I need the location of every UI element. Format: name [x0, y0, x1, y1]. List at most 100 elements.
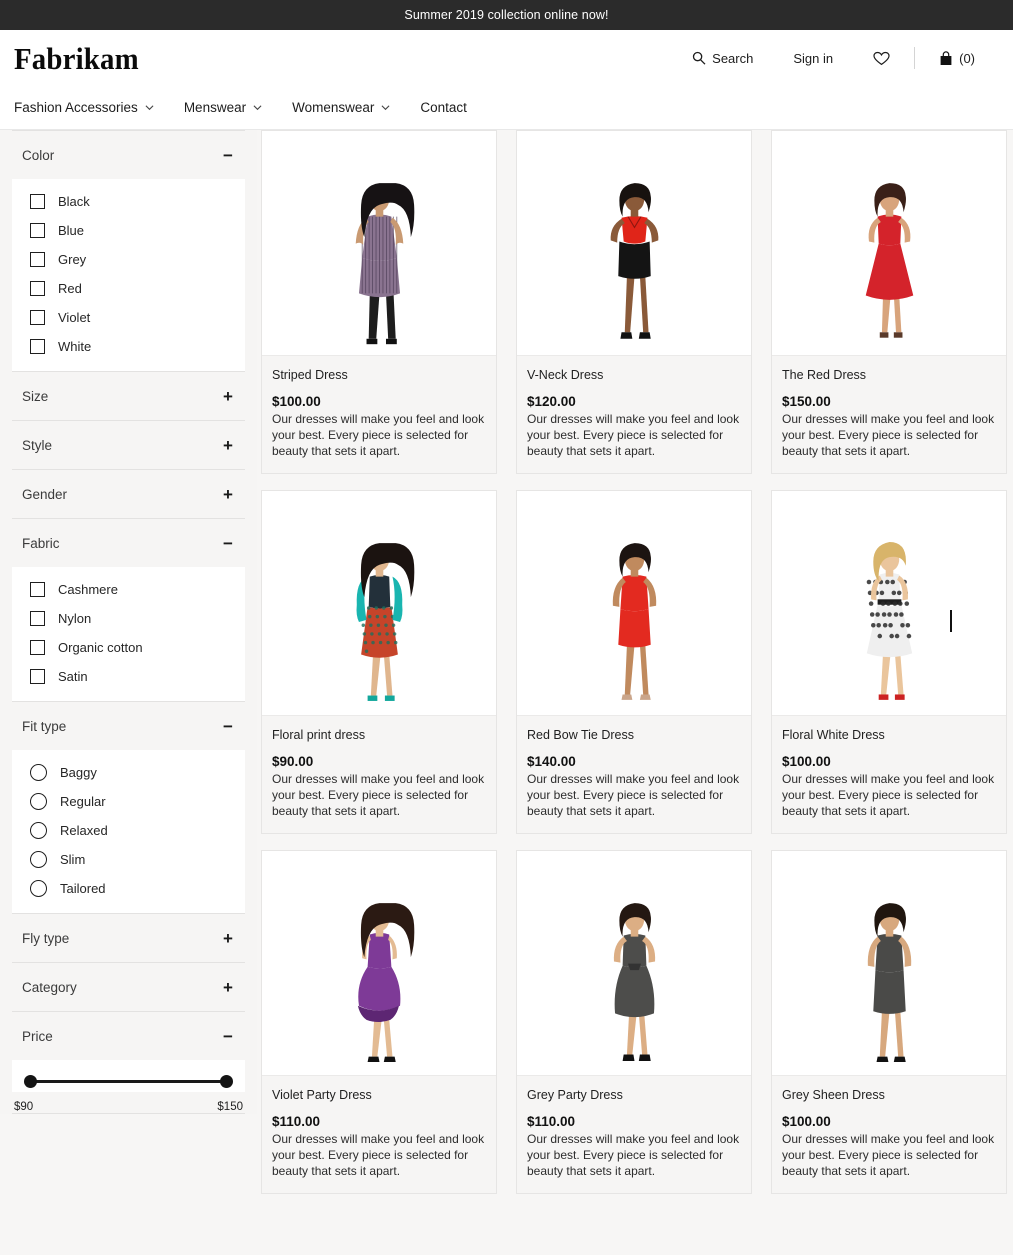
price-range-slider[interactable] [22, 1074, 235, 1090]
checkbox[interactable] [30, 339, 45, 354]
product-price: $100.00 [782, 1114, 996, 1129]
product-info: Grey Sheen Dress$100.00Our dresses will … [772, 1075, 1006, 1193]
filter-toggle-style[interactable]: Style+ [12, 421, 245, 469]
product-price: $150.00 [782, 394, 996, 409]
filter-group-color: Color− BlackBlueGreyRed Violet White [12, 130, 245, 372]
filter-toggle-size[interactable]: Size+ [12, 372, 245, 420]
filter-option-relaxed[interactable]: Relaxed [12, 816, 245, 845]
sign-in-button[interactable]: Sign in [773, 51, 853, 66]
filter-option-cashmere[interactable]: Cashmere [12, 575, 245, 604]
filter-toggle-color[interactable]: Color− [12, 131, 245, 179]
filter-toggle-fly-type[interactable]: Fly type+ [12, 914, 245, 962]
product-image[interactable] [517, 131, 751, 355]
product-info: Grey Party Dress$110.00Our dresses will … [517, 1075, 751, 1193]
radio-button[interactable] [30, 880, 47, 897]
product-image[interactable] [262, 491, 496, 715]
filter-option-red[interactable]: Red [12, 274, 245, 303]
filter-option-label: Violet [58, 310, 90, 325]
filter-option-tailored[interactable]: Tailored [12, 874, 245, 903]
product-card[interactable]: Striped Dress$100.00Our dresses will mak… [261, 130, 497, 474]
radio-button[interactable] [30, 822, 47, 839]
brand-logo[interactable]: Fabrikam [14, 43, 139, 74]
filter-option-slim[interactable]: Slim [12, 845, 245, 874]
checkbox[interactable] [30, 281, 45, 296]
search-button[interactable]: Search [672, 51, 773, 66]
filter-toggle-fit-type[interactable]: Fit type− [12, 702, 245, 750]
filter-option-label: Tailored [60, 881, 106, 896]
product-price: $140.00 [527, 754, 741, 769]
checkbox[interactable] [30, 310, 45, 325]
checkbox[interactable] [30, 223, 45, 238]
radio-button[interactable] [30, 793, 47, 810]
filter-option-label: White [58, 339, 91, 354]
product-image[interactable] [772, 131, 1006, 355]
product-card[interactable]: Violet Party Dress$110.00Our dresses wil… [261, 850, 497, 1194]
checkbox[interactable] [30, 252, 45, 267]
product-card[interactable]: Floral print dress$90.00Our dresses will… [261, 490, 497, 834]
filter-toggle-gender[interactable]: Gender + [12, 470, 245, 518]
filter-options: CashmereNylon Organic cotton Satin [12, 567, 245, 701]
product-name: Floral print dress [272, 728, 486, 742]
product-info: Violet Party Dress$110.00Our dresses wil… [262, 1075, 496, 1193]
filter-option-violet[interactable]: Violet [12, 303, 245, 332]
product-image[interactable] [517, 851, 751, 1075]
checkbox[interactable] [30, 611, 45, 626]
radio-button[interactable] [30, 851, 47, 868]
filter-title: Fit type [22, 719, 66, 734]
filter-option-baggy[interactable]: Baggy [12, 758, 245, 787]
product-card[interactable]: Grey Sheen Dress$100.00Our dresses will … [771, 850, 1007, 1194]
filter-option-nylon[interactable]: Nylon [12, 604, 245, 633]
filter-toggle-fabric[interactable]: Fabric − [12, 519, 245, 567]
filters-sidebar: Color−BlackBlueGreyRedVioletWhiteSize+St… [0, 130, 257, 1114]
filter-title: Size [22, 389, 48, 404]
product-card[interactable]: Grey Party Dress$110.00Our dresses will … [516, 850, 752, 1194]
filter-option-label: Organic cotton [58, 640, 143, 655]
filter-option-black[interactable]: Black [12, 187, 245, 216]
checkbox[interactable] [30, 640, 45, 655]
product-description: Our dresses will make you feel and look … [272, 771, 486, 819]
wishlist-button[interactable] [853, 51, 910, 66]
product-image[interactable] [262, 131, 496, 355]
filter-option-label: Baggy [60, 765, 97, 780]
product-card[interactable]: Floral White Dress$100.00Our dresses wil… [771, 490, 1007, 834]
product-image[interactable] [772, 851, 1006, 1075]
slider-handle-max[interactable] [220, 1075, 233, 1088]
product-card[interactable]: Red Bow Tie Dress$140.00Our dresses will… [516, 490, 752, 834]
slider-handle-min[interactable] [24, 1075, 37, 1088]
product-description: Our dresses will make you feel and look … [527, 411, 741, 459]
product-name: Grey Party Dress [527, 1088, 741, 1102]
checkbox[interactable] [30, 194, 45, 209]
filter-option-regular[interactable]: Regular [12, 787, 245, 816]
radio-button[interactable] [30, 764, 47, 781]
product-info: Floral White Dress$100.00Our dresses wil… [772, 715, 1006, 833]
plus-icon: + [221, 979, 235, 996]
checkbox[interactable] [30, 669, 45, 684]
filter-title: Gender [22, 487, 67, 502]
nav-item-menswear[interactable]: Menswear [184, 100, 262, 115]
filter-option-organic-cotton[interactable]: Organic cotton [12, 633, 245, 662]
filter-title: Fabric [22, 536, 60, 551]
filter-toggle-category[interactable]: Category+ [12, 963, 245, 1011]
nav-item-womenswear[interactable]: Womenswear [292, 100, 390, 115]
nav-item-fashion-accessories[interactable]: Fashion Accessories [14, 100, 154, 115]
nav-item-label: Fashion Accessories [14, 100, 138, 115]
filter-toggle-price[interactable]: Price− [12, 1012, 245, 1060]
product-info: Red Bow Tie Dress$140.00Our dresses will… [517, 715, 751, 833]
product-image[interactable] [772, 491, 1006, 715]
product-card[interactable]: V-Neck Dress$120.00Our dresses will make… [516, 130, 752, 474]
checkbox[interactable] [30, 582, 45, 597]
plus-icon: + [221, 486, 235, 503]
nav-item-contact[interactable]: Contact [420, 100, 467, 115]
text-caret [950, 610, 952, 632]
filter-option-blue[interactable]: Blue [12, 216, 245, 245]
minus-icon: − [221, 535, 235, 552]
product-description: Our dresses will make you feel and look … [782, 1131, 996, 1179]
filter-option-grey[interactable]: Grey [12, 245, 245, 274]
product-image[interactable] [517, 491, 751, 715]
filter-option-satin[interactable]: Satin [12, 662, 245, 691]
cart-button[interactable]: (0) [919, 51, 995, 66]
filter-option-white[interactable]: White [12, 332, 245, 361]
product-image[interactable] [262, 851, 496, 1075]
product-description: Our dresses will make you feel and look … [782, 411, 996, 459]
product-card[interactable]: The Red Dress$150.00Our dresses will mak… [771, 130, 1007, 474]
